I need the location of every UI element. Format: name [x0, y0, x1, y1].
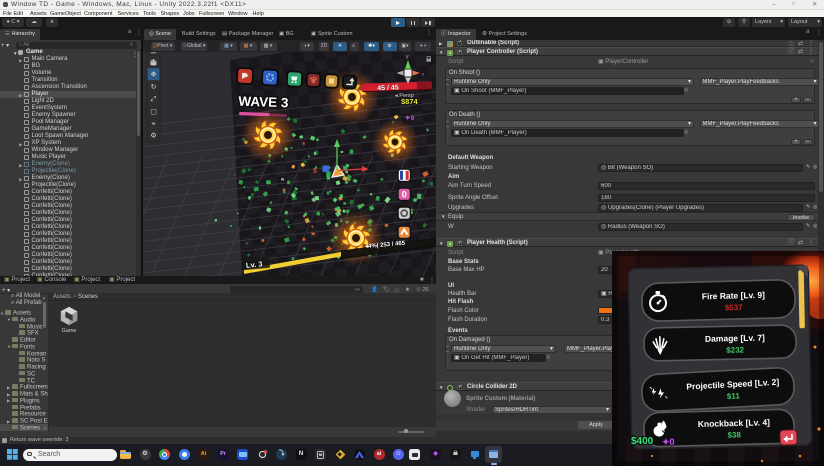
svg-text:Lv. 3: Lv. 3 [246, 259, 263, 269]
svg-text:WAVE 3: WAVE 3 [238, 94, 289, 111]
svg-text:✥: ✥ [151, 71, 157, 79]
svg-text:$11: $11 [727, 391, 741, 401]
svg-text:$400: $400 [631, 436, 654, 447]
svg-text:⌖: ⌖ [152, 121, 156, 128]
svg-text:⚙: ⚙ [150, 132, 156, 140]
svg-text:Fire Rate [Lv. 9]: Fire Rate [Lv. 9] [702, 290, 766, 302]
svg-text:Damage [Lv. 7]: Damage [Lv. 7] [705, 333, 765, 344]
svg-text:⤢: ⤢ [151, 96, 157, 103]
svg-text:$232: $232 [726, 345, 745, 354]
svg-text:$537: $537 [725, 303, 744, 312]
svg-text:↻: ↻ [151, 84, 157, 91]
svg-text:▢: ▢ [150, 108, 157, 115]
svg-text:5: 5 [313, 168, 317, 175]
svg-text:$38: $38 [727, 430, 741, 439]
svg-text:◂ Persp: ◂ Persp [395, 93, 414, 99]
svg-text:Knockback [Lv. 4]: Knockback [Lv. 4] [698, 417, 771, 429]
svg-text:✦0: ✦0 [662, 437, 675, 447]
svg-text:45 / 45: 45 / 45 [377, 84, 399, 92]
svg-text:0: 0 [402, 190, 407, 200]
svg-text:✦9: ✦9 [405, 114, 414, 122]
